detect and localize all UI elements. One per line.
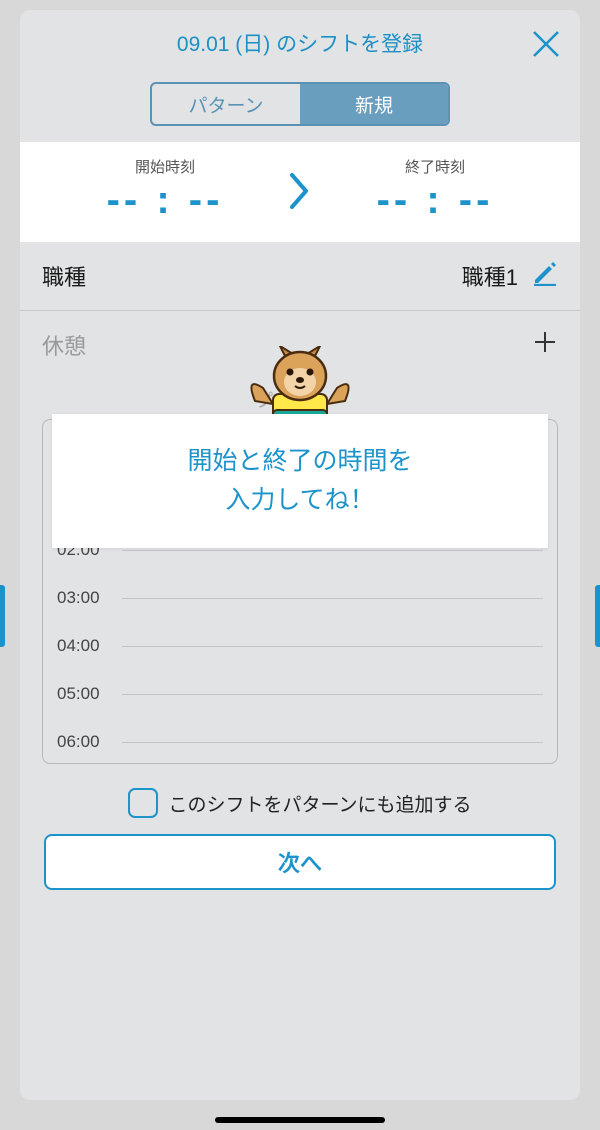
tab-switcher: パターン 新規 bbox=[20, 74, 580, 142]
home-indicator[interactable] bbox=[215, 1117, 385, 1123]
end-time-value: -- : -- bbox=[320, 180, 550, 220]
left-edge-handle bbox=[0, 585, 5, 647]
end-time-label: 終了時刻 bbox=[320, 156, 550, 177]
tab-new[interactable]: 新規 bbox=[300, 84, 448, 124]
preview-hour-row: 06:00 bbox=[57, 718, 543, 764]
edit-icon[interactable] bbox=[532, 260, 558, 292]
tab-pattern[interactable]: パターン bbox=[152, 84, 300, 124]
add-icon[interactable] bbox=[532, 329, 558, 361]
job-type-row[interactable]: 職種 職種1 bbox=[20, 242, 580, 311]
modal-header: 09.01 (日) のシフトを登録 bbox=[20, 10, 580, 74]
break-label: 休憩 bbox=[42, 329, 86, 361]
start-time-picker[interactable]: 開始時刻 -- : -- bbox=[50, 156, 280, 220]
tooltip-line-2: 入力してね！ bbox=[62, 481, 538, 520]
preview-hour-row: 03:00 bbox=[57, 574, 543, 622]
next-button[interactable]: 次へ bbox=[44, 834, 556, 890]
tooltip-line-1: 開始と終了の時間を bbox=[62, 442, 538, 481]
job-type-label: 職種 bbox=[42, 260, 86, 292]
preview-hour-row: 04:00 bbox=[57, 622, 543, 670]
add-to-pattern-label: このシフトをパターンにも追加する bbox=[168, 790, 471, 817]
start-time-label: 開始時刻 bbox=[50, 156, 280, 177]
shift-register-modal: 09.01 (日) のシフトを登録 パターン 新規 開始時刻 -- : -- 終… bbox=[20, 10, 580, 1100]
close-button[interactable] bbox=[528, 26, 564, 62]
modal-title: 09.01 (日) のシフトを登録 bbox=[40, 28, 560, 58]
end-time-picker[interactable]: 終了時刻 -- : -- bbox=[320, 156, 550, 220]
job-type-value: 職種1 bbox=[462, 260, 518, 292]
time-picker-section: 開始時刻 -- : -- 終了時刻 -- : -- bbox=[20, 142, 580, 242]
add-to-pattern-row[interactable]: このシフトをパターンにも追加する bbox=[20, 774, 580, 830]
right-edge-handle bbox=[595, 585, 600, 647]
tooltip-bubble: 開始と終了の時間を 入力してね！ bbox=[52, 414, 548, 548]
time-arrow-icon bbox=[280, 171, 320, 220]
add-to-pattern-checkbox[interactable] bbox=[128, 788, 158, 818]
preview-hour-row: 05:00 bbox=[57, 670, 543, 718]
start-time-value: -- : -- bbox=[50, 180, 280, 220]
close-icon bbox=[530, 28, 562, 60]
